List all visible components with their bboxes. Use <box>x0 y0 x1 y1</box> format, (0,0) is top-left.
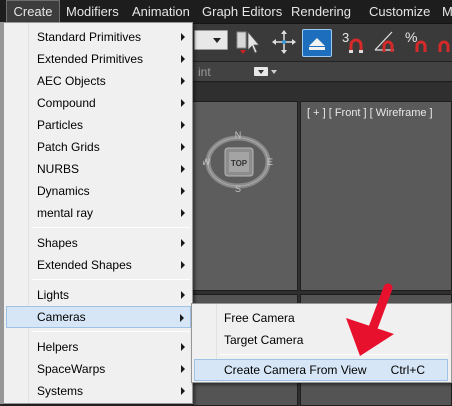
menu-item-standard-primitives[interactable]: Standard Primitives <box>6 26 191 48</box>
submenu-arrow-icon <box>181 239 185 247</box>
menu-item-create-camera-from-view[interactable]: Create Camera From View Ctrl+C <box>194 359 448 381</box>
menu-item-cameras[interactable]: Cameras <box>6 306 191 328</box>
snap-level-label: 3 <box>342 30 349 45</box>
cameras-submenu: Free Camera Target Camera Create Camera … <box>191 303 452 383</box>
ribbon-dropdown-icon[interactable] <box>254 66 278 78</box>
menu-item-compound[interactable]: Compound <box>6 92 191 114</box>
submenu-arrow-icon <box>181 387 185 395</box>
percent-label: % <box>405 29 417 45</box>
menu-item-aec-objects[interactable]: AEC Objects <box>6 70 191 92</box>
menu-create[interactable]: Create <box>6 0 60 24</box>
select-and-place-icon[interactable] <box>302 29 332 57</box>
menu-item-free-camera[interactable]: Free Camera <box>194 307 448 329</box>
submenu-arrow-icon <box>181 343 185 351</box>
create-menu: Standard Primitives Extended Primitives … <box>0 22 193 404</box>
submenu-arrow-icon <box>181 55 185 63</box>
menu-customize[interactable]: Customize <box>363 0 436 24</box>
compass-east-label: E <box>267 157 273 167</box>
menu-rendering[interactable]: Rendering <box>285 0 357 24</box>
menu-item-extended-shapes[interactable]: Extended Shapes <box>6 254 191 276</box>
select-and-link-icon[interactable] <box>234 28 262 56</box>
submenu-arrow-icon <box>181 291 185 299</box>
spinner-snap-icon[interactable] <box>436 28 452 56</box>
menu-item-particles[interactable]: Particles <box>6 114 191 136</box>
menu-animation[interactable]: Animation <box>126 0 196 24</box>
menu-item-nurbs[interactable]: NURBS <box>6 158 191 180</box>
submenu-arrow-icon <box>181 365 185 373</box>
menu-item-extended-primitives[interactable]: Extended Primitives <box>6 48 191 70</box>
submenu-arrow-icon <box>181 77 185 85</box>
angle-snap-icon[interactable] <box>372 28 400 56</box>
submenu-arrow-icon <box>181 165 185 173</box>
menu-item-shapes[interactable]: Shapes <box>6 232 191 254</box>
submenu-arrow-icon <box>181 121 185 129</box>
submenu-arrow-icon <box>181 33 185 41</box>
viewcube-widget[interactable]: TOP N S W E <box>202 110 273 200</box>
menu-item-systems[interactable]: Systems <box>6 380 191 402</box>
submenu-arrow-icon <box>181 261 185 269</box>
ribbon-label: int <box>198 65 211 79</box>
compass-south-label: S <box>235 184 241 194</box>
viewcube-top-label: TOP <box>231 159 248 168</box>
menu-separator <box>32 331 190 332</box>
shortcut-label: Ctrl+C <box>390 363 425 377</box>
percent-snap-icon[interactable]: % <box>404 28 432 56</box>
menu-graph-editors[interactable]: Graph Editors <box>196 0 288 24</box>
submenu-arrow-icon <box>181 209 185 217</box>
menu-overflow[interactable]: M <box>442 0 452 24</box>
menu-item-lights[interactable]: Lights <box>6 284 191 306</box>
compass-north-label: N <box>235 130 242 140</box>
menu-item-mental-ray[interactable]: mental ray <box>6 202 191 224</box>
menu-item-dynamics[interactable]: Dynamics <box>6 180 191 202</box>
menu-item-spacewarps[interactable]: SpaceWarps <box>6 358 191 380</box>
menu-modifiers[interactable]: Modifiers <box>60 0 125 24</box>
viewport-front-label[interactable]: [ + ] [ Front ] [ Wireframe ] <box>307 107 433 119</box>
submenu-arrow-icon <box>181 99 185 107</box>
menu-bar: Create Modifiers Animation Graph Editors… <box>0 0 452 24</box>
selection-filter-dropdown[interactable] <box>194 30 228 50</box>
snaps-toggle-icon[interactable]: 3 <box>340 28 368 56</box>
move-icon[interactable] <box>270 28 298 56</box>
viewport-front[interactable]: [ + ] [ Front ] [ Wireframe ] <box>300 101 452 291</box>
menu-separator <box>220 354 448 355</box>
menu-item-helpers[interactable]: Helpers <box>6 336 191 358</box>
submenu-arrow-icon <box>181 187 185 195</box>
menu-separator <box>32 227 190 228</box>
menu-separator <box>32 279 190 280</box>
viewport-top[interactable]: TOP N S W E <box>192 101 298 291</box>
submenu-arrow-icon <box>180 314 184 322</box>
menu-item-target-camera[interactable]: Target Camera <box>194 329 448 351</box>
menu-item-patch-grids[interactable]: Patch Grids <box>6 136 191 158</box>
submenu-arrow-icon <box>181 143 185 151</box>
compass-west-label: W <box>203 157 211 167</box>
